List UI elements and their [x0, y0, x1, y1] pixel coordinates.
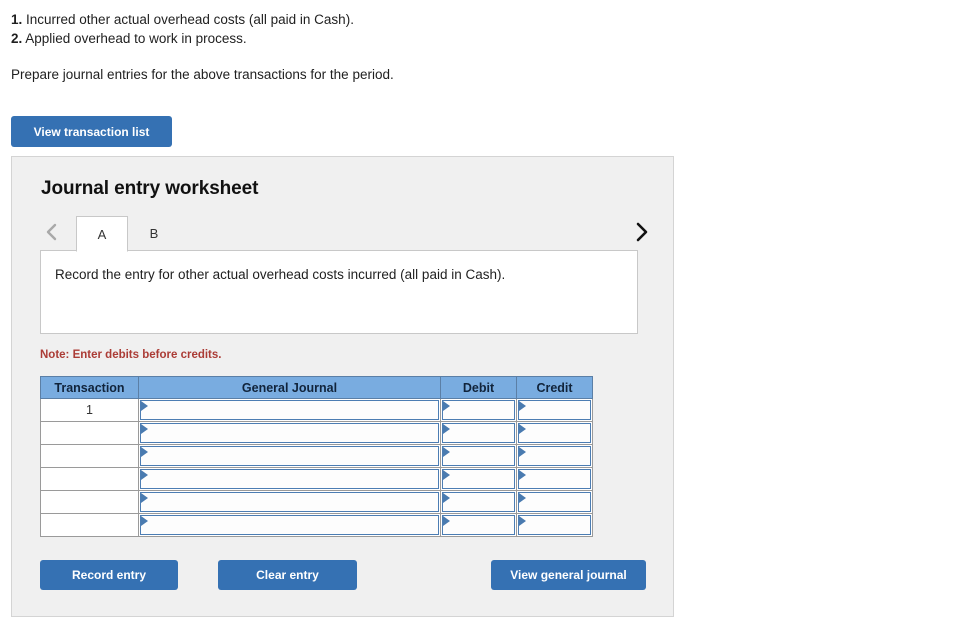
chevron-left-icon[interactable]	[40, 219, 62, 245]
debits-before-credits-note: Note: Enter debits before credits.	[40, 349, 222, 361]
tab-a[interactable]: A	[76, 216, 128, 252]
debit-cell[interactable]	[440, 398, 517, 422]
credit-cell[interactable]	[516, 421, 593, 445]
tab-b[interactable]: B	[128, 215, 180, 251]
prompt-item: 1. Incurred other actual overhead costs …	[11, 10, 711, 29]
column-header-general-journal: General Journal	[138, 376, 441, 399]
credit-input[interactable]	[518, 400, 591, 420]
general-journal-input[interactable]	[140, 515, 439, 535]
credit-cell[interactable]	[516, 467, 593, 491]
debit-input[interactable]	[442, 515, 515, 535]
transaction-number-cell	[40, 467, 139, 491]
cell-dropdown-triangle-icon[interactable]	[141, 447, 148, 457]
debit-cell[interactable]	[440, 421, 517, 445]
cell-dropdown-triangle-icon[interactable]	[141, 516, 148, 526]
debit-cell[interactable]	[440, 490, 517, 514]
general-journal-cell[interactable]	[138, 467, 441, 491]
cell-dropdown-triangle-icon[interactable]	[519, 424, 526, 434]
prompt-item-text: Incurred other actual overhead costs (al…	[22, 12, 354, 27]
prompt-item: 2. Applied overhead to work in process.	[11, 29, 711, 48]
cell-dropdown-triangle-icon[interactable]	[443, 401, 450, 411]
prompt-instruction: Prepare journal entries for the above tr…	[11, 67, 394, 82]
transaction-number-cell	[40, 444, 139, 468]
debit-input[interactable]	[442, 469, 515, 489]
transaction-number-cell	[40, 490, 139, 514]
general-journal-cell[interactable]	[138, 398, 441, 422]
column-header-credit: Credit	[516, 376, 593, 399]
cell-dropdown-triangle-icon[interactable]	[519, 447, 526, 457]
journal-entry-table: Transaction General Journal Debit Credit…	[40, 376, 593, 537]
debit-input[interactable]	[442, 492, 515, 512]
table-row	[40, 467, 593, 491]
cell-dropdown-triangle-icon[interactable]	[141, 470, 148, 480]
prompt-item-text: Applied overhead to work in process.	[22, 31, 247, 46]
debit-cell[interactable]	[440, 444, 517, 468]
entry-description-box: Record the entry for other actual overhe…	[40, 250, 638, 334]
general-journal-input[interactable]	[140, 469, 439, 489]
credit-cell[interactable]	[516, 513, 593, 537]
credit-input[interactable]	[518, 423, 591, 443]
cell-dropdown-triangle-icon[interactable]	[443, 424, 450, 434]
cell-dropdown-triangle-icon[interactable]	[443, 516, 450, 526]
credit-cell[interactable]	[516, 444, 593, 468]
general-journal-cell[interactable]	[138, 490, 441, 514]
transaction-prompt: 1. Incurred other actual overhead costs …	[11, 10, 711, 84]
general-journal-cell[interactable]	[138, 444, 441, 468]
clear-entry-button[interactable]: Clear entry	[218, 560, 357, 590]
cell-dropdown-triangle-icon[interactable]	[141, 493, 148, 503]
record-entry-button[interactable]: Record entry	[40, 560, 178, 590]
prompt-item-number: 1.	[11, 12, 23, 27]
cell-dropdown-triangle-icon[interactable]	[519, 401, 526, 411]
credit-input[interactable]	[518, 515, 591, 535]
debit-input[interactable]	[442, 423, 515, 443]
worksheet-title: Journal entry worksheet	[41, 178, 259, 199]
table-row	[40, 490, 593, 514]
view-transaction-list-button[interactable]: View transaction list	[11, 116, 172, 147]
cell-dropdown-triangle-icon[interactable]	[519, 516, 526, 526]
chevron-right-icon[interactable]	[630, 219, 652, 245]
credit-cell[interactable]	[516, 490, 593, 514]
transaction-number-cell	[40, 421, 139, 445]
cell-dropdown-triangle-icon[interactable]	[443, 493, 450, 503]
credit-input[interactable]	[518, 492, 591, 512]
general-journal-input[interactable]	[140, 423, 439, 443]
debit-cell[interactable]	[440, 513, 517, 537]
table-row	[40, 421, 593, 445]
worksheet-tabstrip: A B	[40, 213, 652, 252]
credit-input[interactable]	[518, 446, 591, 466]
cell-dropdown-triangle-icon[interactable]	[519, 493, 526, 503]
debit-input[interactable]	[442, 446, 515, 466]
journal-table-body: 1	[40, 398, 593, 537]
table-row	[40, 444, 593, 468]
cell-dropdown-triangle-icon[interactable]	[443, 447, 450, 457]
general-journal-cell[interactable]	[138, 513, 441, 537]
credit-cell[interactable]	[516, 398, 593, 422]
view-general-journal-button[interactable]: View general journal	[491, 560, 646, 590]
table-row: 1	[40, 398, 593, 422]
cell-dropdown-triangle-icon[interactable]	[519, 470, 526, 480]
credit-input[interactable]	[518, 469, 591, 489]
table-row	[40, 513, 593, 537]
transaction-number-cell: 1	[40, 398, 139, 422]
table-header-row: Transaction General Journal Debit Credit	[40, 376, 593, 399]
cell-dropdown-triangle-icon[interactable]	[443, 470, 450, 480]
general-journal-input[interactable]	[140, 446, 439, 466]
general-journal-input[interactable]	[140, 492, 439, 512]
general-journal-cell[interactable]	[138, 421, 441, 445]
worksheet-tabs: A B	[76, 213, 180, 252]
column-header-transaction: Transaction	[40, 376, 139, 399]
journal-entry-worksheet-panel: Journal entry worksheet A B Record the e…	[11, 156, 674, 617]
debit-cell[interactable]	[440, 467, 517, 491]
entry-description-text: Record the entry for other actual overhe…	[55, 267, 506, 282]
cell-dropdown-triangle-icon[interactable]	[141, 424, 148, 434]
prompt-item-number: 2.	[11, 31, 23, 46]
transaction-number-cell	[40, 513, 139, 537]
general-journal-input[interactable]	[140, 400, 439, 420]
column-header-debit: Debit	[440, 376, 517, 399]
debit-input[interactable]	[442, 400, 515, 420]
cell-dropdown-triangle-icon[interactable]	[141, 401, 148, 411]
